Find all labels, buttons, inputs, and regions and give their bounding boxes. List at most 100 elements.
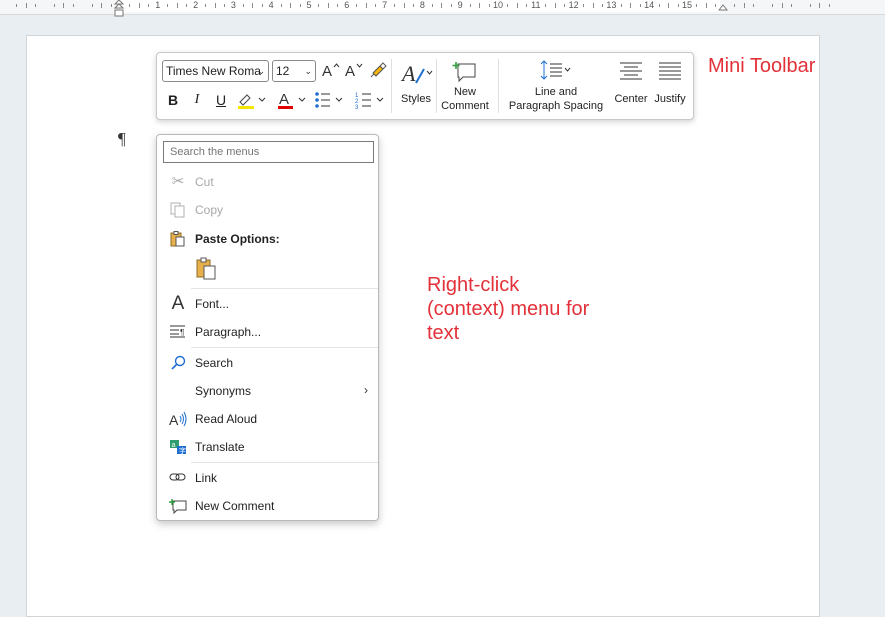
ruler-tick <box>705 3 707 8</box>
menu-item-translate[interactable]: a字 Translate <box>157 433 378 461</box>
ruler-tick <box>630 3 632 8</box>
highlight-button[interactable] <box>236 90 270 113</box>
ruler-tick <box>337 4 339 7</box>
paste-options-header: Paste Options: <box>157 225 378 253</box>
ruler-number: 4 <box>268 0 274 10</box>
menu-separator <box>191 462 378 463</box>
read-aloud-icon: A <box>169 411 187 428</box>
menu-item-cut[interactable]: ✂ Cut <box>157 168 378 196</box>
ruler-tick <box>25 3 27 8</box>
svg-text:A: A <box>400 61 416 86</box>
ruler-tick <box>138 3 140 8</box>
shrink-font-button[interactable]: A <box>344 62 364 81</box>
ruler-tick <box>186 4 188 7</box>
ruler-tick <box>658 4 660 7</box>
line-spacing-label-1: Line and <box>534 86 578 98</box>
ruler-tick <box>772 4 774 7</box>
horizontal-ruler[interactable]: 1 2 3 4 5 6 7 8 9 10 11 12 13 14 15 <box>0 0 885 17</box>
bullets-icon <box>315 92 343 108</box>
line-spacing-button[interactable]: Line and Paragraph Spacing <box>503 59 609 115</box>
menu-item-link[interactable]: Link <box>157 464 378 492</box>
bold-button[interactable]: B <box>165 92 181 108</box>
menu-item-label: Font... <box>195 297 230 311</box>
ruler-tick <box>809 4 811 7</box>
center-button[interactable]: Center <box>611 59 651 115</box>
ruler-tick <box>148 4 150 7</box>
menu-item-paragraph[interactable]: ¶ Paragraph... <box>157 318 378 346</box>
ruler-tick <box>214 3 216 8</box>
ruler-number: 1 <box>155 0 161 10</box>
ruler-tick <box>205 4 207 7</box>
ruler-number: 14 <box>644 0 655 10</box>
justify-button[interactable]: Justify <box>651 59 689 115</box>
ruler-tick <box>280 4 282 7</box>
menu-item-label: Search <box>195 356 234 370</box>
ruler-tick <box>828 4 830 7</box>
ruler-tick <box>715 4 717 7</box>
menu-item-font[interactable]: A Font... <box>157 290 378 318</box>
ruler-tick <box>668 3 670 8</box>
svg-text:字: 字 <box>179 446 186 455</box>
ruler-number: 12 <box>568 0 579 10</box>
ruler-number: 5 <box>306 0 312 10</box>
font-size-value: 12 <box>276 64 290 78</box>
paragraph-icon: ¶ <box>169 324 187 340</box>
font-color-button[interactable]: A <box>276 90 310 113</box>
paste-clipboard-icon <box>196 257 216 280</box>
menu-item-label: Paragraph... <box>195 325 262 339</box>
ruler-tick <box>16 4 18 7</box>
ruler-tick <box>554 3 556 8</box>
grow-font-button[interactable]: A <box>321 62 341 81</box>
new-comment-button[interactable]: New Comment <box>438 59 492 115</box>
styles-button[interactable]: A Styles <box>397 59 435 115</box>
left-indent-marker[interactable] <box>113 0 125 17</box>
mini-toolbar-annotation: Mini Toolbar <box>708 55 816 77</box>
svg-text:A: A <box>169 412 179 427</box>
ruler-number: 7 <box>382 0 388 10</box>
underline-button[interactable]: U <box>213 92 229 108</box>
numbering-button[interactable]: 123 <box>354 91 390 112</box>
svg-text:A: A <box>345 63 355 78</box>
document-page[interactable] <box>26 35 820 617</box>
line-spacing-icon <box>540 60 571 80</box>
font-name-combobox[interactable]: Times New Roma ⌄ <box>162 60 269 82</box>
ruler-number: 9 <box>457 0 463 10</box>
styles-label: Styles <box>401 93 431 105</box>
svg-text:a: a <box>172 442 176 449</box>
ruler-tick <box>753 4 755 7</box>
right-indent-marker[interactable] <box>717 0 729 12</box>
font-size-combobox[interactable]: 12 ⌄ <box>272 60 316 82</box>
ruler-tick <box>639 4 641 7</box>
menu-item-label: Synonyms <box>195 384 252 398</box>
menu-item-search[interactable]: Search <box>157 349 378 377</box>
menu-item-synonyms[interactable]: Synonyms › <box>157 377 378 405</box>
copy-icon <box>169 202 187 218</box>
search-icon <box>169 355 187 371</box>
font-color-icon: A <box>278 91 306 109</box>
menu-item-read-aloud[interactable]: A Read Aloud <box>157 405 378 433</box>
menu-item-label: Read Aloud <box>195 412 258 426</box>
menu-item-label: Cut <box>195 175 214 189</box>
ruler-tick <box>545 4 547 7</box>
bullets-button[interactable] <box>314 91 348 112</box>
italic-button[interactable]: I <box>189 92 205 108</box>
align-center-icon <box>620 62 642 80</box>
ruler-tick <box>101 3 103 8</box>
highlighter-icon <box>238 94 266 109</box>
ruler-tick <box>318 4 320 7</box>
menu-separator <box>191 347 378 348</box>
styles-icon: A <box>400 61 433 86</box>
paste-keep-text-button[interactable] <box>196 257 218 281</box>
ruler-tick <box>129 4 131 7</box>
format-painter-button[interactable] <box>368 61 388 82</box>
ruler-number: 8 <box>419 0 425 10</box>
menu-search-input[interactable] <box>163 141 374 163</box>
ruler-tick <box>677 4 679 7</box>
svg-text:3: 3 <box>355 105 359 109</box>
menu-item-copy[interactable]: Copy <box>157 196 378 224</box>
chevron-down-icon: ⌄ <box>257 66 265 76</box>
ruler-tick <box>450 4 452 7</box>
menu-item-new-comment[interactable]: New Comment <box>157 492 378 520</box>
numbering-icon: 123 <box>355 93 384 111</box>
ruler-tick <box>441 3 443 8</box>
